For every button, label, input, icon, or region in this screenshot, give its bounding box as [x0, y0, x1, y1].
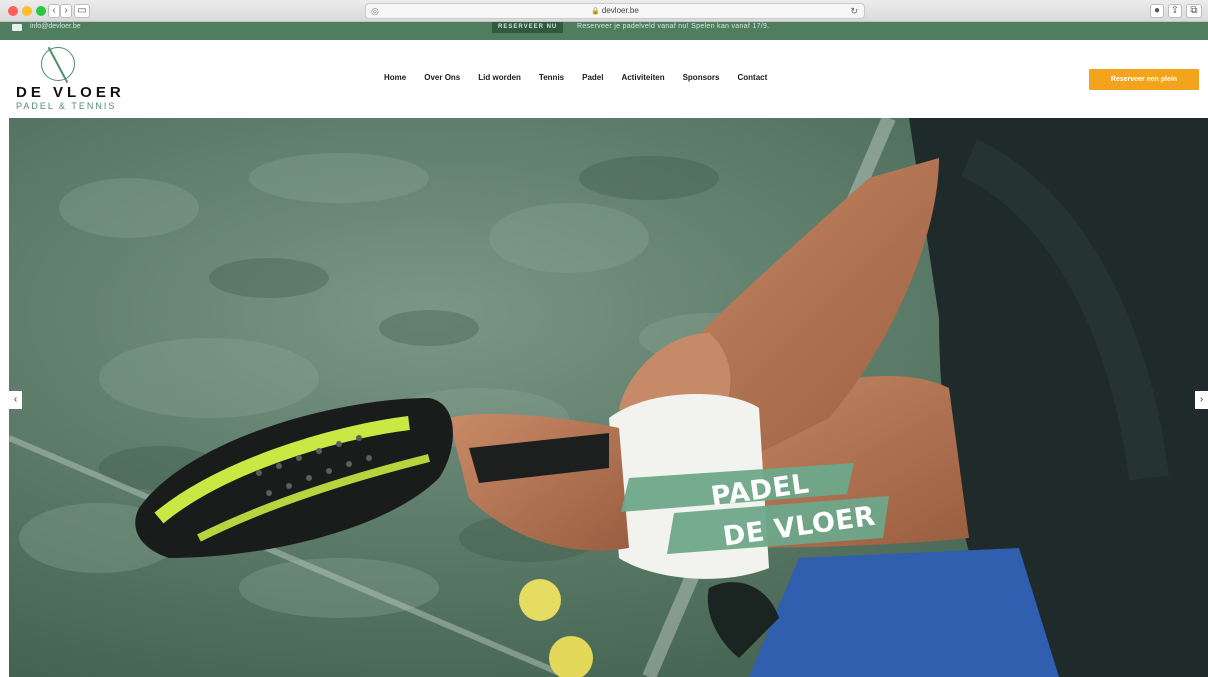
- privacy-icon: ◎: [371, 6, 379, 16]
- mail-icon: [12, 24, 22, 31]
- logo-subtitle: PADEL & TENNIS: [16, 101, 117, 111]
- info-bar: info@devloer.be RESERVEER NU Reserveer j…: [0, 22, 1208, 40]
- tabs-icon[interactable]: ⧉: [1186, 4, 1202, 18]
- chevron-left-icon[interactable]: ‹: [9, 391, 22, 409]
- forward-icon[interactable]: ›: [60, 4, 72, 18]
- nav-contact[interactable]: Contact: [737, 73, 767, 82]
- extension-icon[interactable]: ●: [1150, 4, 1164, 18]
- chevron-right-icon[interactable]: ›: [1195, 391, 1208, 409]
- maximize-window-icon[interactable]: [36, 6, 46, 16]
- reservation-notice: Reserveer je padelveld vanaf nu! Spelen …: [577, 23, 770, 30]
- reserve-court-button[interactable]: Reserveer een plein: [1089, 69, 1199, 90]
- nav-padel[interactable]: Padel: [582, 73, 603, 82]
- close-window-icon[interactable]: [8, 6, 18, 16]
- url-text: devloer.be: [601, 6, 639, 15]
- reload-icon[interactable]: ↻: [850, 4, 858, 18]
- logo-name[interactable]: DE VLOER: [16, 84, 125, 101]
- hero-image: [9, 118, 1208, 677]
- browser-toolbar: ‹ › ▭ ◎ 🔒 devloer.be ↻ ● ⇪ ⧉: [0, 0, 1208, 22]
- main-nav: Home Over Ons Lid worden Tennis Padel Ac…: [384, 73, 785, 82]
- back-icon[interactable]: ‹: [48, 4, 60, 18]
- contact-email[interactable]: info@devloer.be: [30, 23, 81, 30]
- sidebar-icon[interactable]: ▭: [74, 4, 90, 18]
- hero-slider: PADEL DE VLOER: [9, 118, 1208, 677]
- address-bar[interactable]: ◎ 🔒 devloer.be ↻: [365, 3, 865, 19]
- minimize-window-icon[interactable]: [22, 6, 32, 16]
- nav-activiteiten[interactable]: Activiteiten: [621, 73, 664, 82]
- share-icon[interactable]: ⇪: [1168, 4, 1182, 18]
- logo-icon[interactable]: [41, 47, 75, 81]
- site-header: DE VLOER PADEL & TENNIS Home Over Ons Li…: [0, 40, 1208, 118]
- nav-home[interactable]: Home: [384, 73, 406, 82]
- nav-lid-worden[interactable]: Lid worden: [478, 73, 521, 82]
- reserve-now-button[interactable]: RESERVEER NU: [492, 22, 564, 33]
- nav-tennis[interactable]: Tennis: [539, 73, 564, 82]
- nav-over-ons[interactable]: Over Ons: [424, 73, 460, 82]
- lock-icon: 🔒: [591, 8, 600, 15]
- nav-sponsors[interactable]: Sponsors: [683, 73, 720, 82]
